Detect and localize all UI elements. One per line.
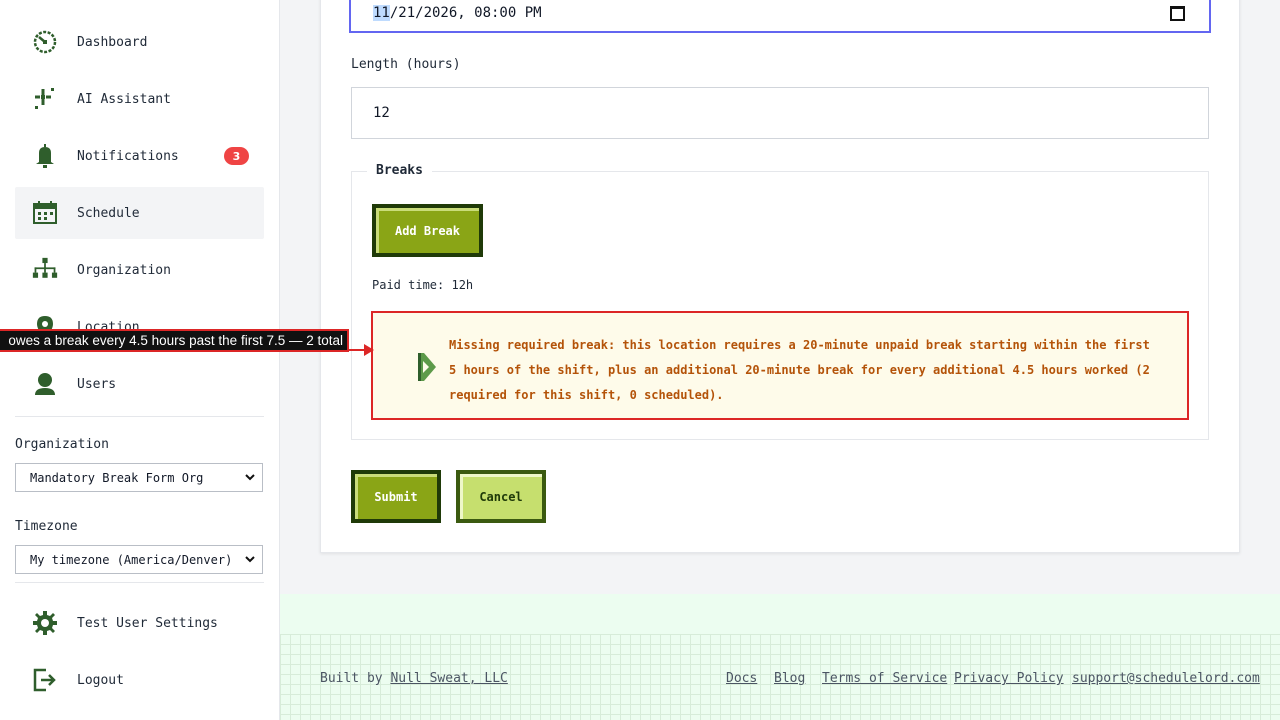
- footer-company-link[interactable]: Null Sweat, LLC: [390, 671, 507, 686]
- sidebar-item-label: Test User Settings: [77, 615, 218, 631]
- shift-start-datetime-input[interactable]: 11/21/2026, 08:00 PM: [349, 0, 1211, 33]
- sidebar-item-label: Schedule: [77, 205, 140, 221]
- chevron-down-icon: [244, 471, 256, 486]
- submit-button[interactable]: Submit: [351, 470, 441, 523]
- organization-select[interactable]: Mandatory Break Form Org: [15, 463, 263, 492]
- logout-icon: [32, 667, 58, 693]
- sidebar-item-organization[interactable]: Organization: [15, 244, 264, 296]
- footer-built-by: Built by Null Sweat, LLC: [320, 671, 508, 686]
- footer: Built by Null Sweat, LLC Docs Blog Terms…: [280, 594, 1280, 720]
- organization-select-value: Mandatory Break Form Org: [30, 470, 204, 485]
- sidebar-item-label: Organization: [77, 262, 171, 278]
- footer-built-by-prefix: Built by: [320, 671, 391, 686]
- sidebar-item-notifications[interactable]: Notifications 3: [15, 130, 264, 182]
- paid-time-text: Paid time: 12h: [372, 278, 474, 292]
- datetime-month-selected: 11: [373, 5, 390, 21]
- tooltip-arrow-head: [364, 344, 374, 356]
- sparkle-icon: [32, 86, 58, 112]
- sidebar-item-users[interactable]: Users: [15, 358, 264, 410]
- sidebar: Dashboard AI Assistant Notifications 3 S…: [0, 0, 280, 720]
- overlay-tooltip: owes a break every 4.5 hours past the fi…: [0, 329, 349, 352]
- footer-link-terms[interactable]: Terms of Service: [822, 671, 947, 686]
- dashboard-icon: [32, 29, 58, 55]
- user-icon: [32, 371, 58, 397]
- footer-link-support-email[interactable]: support@schedulelord.com: [1072, 671, 1260, 686]
- timezone-label: Timezone: [15, 519, 78, 534]
- sidebar-item-label: Logout: [77, 672, 124, 688]
- sidebar-item-logout[interactable]: Logout: [15, 654, 264, 706]
- sidebar-divider: [15, 582, 264, 583]
- footer-top-band: [280, 594, 1280, 634]
- add-break-button[interactable]: Add Break: [372, 204, 483, 257]
- datetime-value-rest: /21/2026, 08:00 PM: [389, 5, 542, 21]
- sidebar-item-label: Users: [77, 376, 117, 392]
- timezone-select[interactable]: My timezone (America/Denver): [15, 545, 263, 574]
- footer-link-privacy[interactable]: Privacy Policy: [954, 671, 1064, 686]
- datetime-value: 11/21/2026, 08:00 PM: [373, 5, 542, 21]
- alert-message: Missing required break: this location re…: [449, 338, 1150, 402]
- gear-icon: [32, 610, 58, 636]
- notification-count-badge: 3: [224, 147, 249, 165]
- sidebar-item-settings[interactable]: Test User Settings: [15, 597, 264, 649]
- footer-link-docs[interactable]: Docs: [726, 671, 757, 686]
- footer-link-blog[interactable]: Blog: [774, 671, 805, 686]
- sidebar-item-label: AI Assistant: [77, 91, 171, 107]
- org-chart-icon: [32, 257, 58, 283]
- sidebar-item-label: Dashboard: [77, 34, 148, 50]
- sidebar-item-dashboard[interactable]: Dashboard: [15, 16, 264, 68]
- calendar-icon: [32, 200, 58, 226]
- sidebar-item-label: Notifications: [77, 148, 179, 164]
- sidebar-divider: [15, 416, 264, 417]
- sidebar-item-schedule[interactable]: Schedule: [15, 187, 264, 239]
- sidebar-item-ai-assistant[interactable]: AI Assistant: [15, 73, 264, 125]
- breaks-legend: Breaks: [367, 163, 432, 178]
- length-hours-input[interactable]: 12: [351, 87, 1209, 139]
- cancel-button[interactable]: Cancel: [456, 470, 546, 523]
- organization-label: Organization: [15, 437, 109, 452]
- calendar-picker-icon[interactable]: [1170, 6, 1185, 21]
- timezone-select-value: My timezone (America/Denver): [30, 552, 233, 567]
- chevron-down-icon: [244, 553, 256, 568]
- bell-icon: [32, 143, 58, 169]
- length-label: Length (hours): [351, 57, 461, 72]
- missing-break-alert: Missing required break: this location re…: [371, 311, 1189, 420]
- warning-play-icon: [416, 351, 438, 387]
